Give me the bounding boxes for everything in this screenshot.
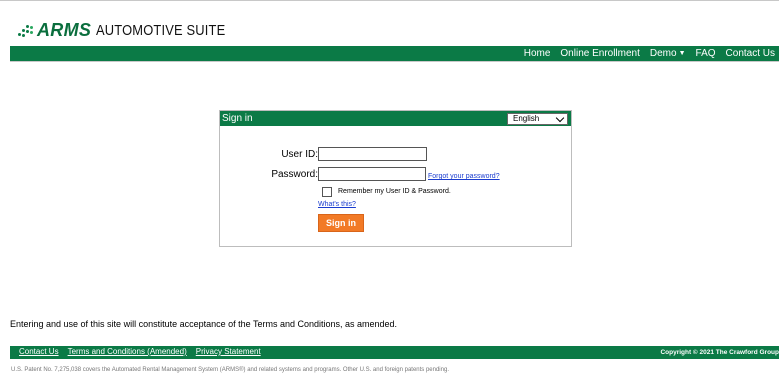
nav-demo-label: Demo <box>649 48 677 59</box>
logo-suite-text: AUTOMOTIVE SUITE <box>96 21 226 39</box>
user-id-input[interactable] <box>318 147 427 161</box>
password-label: Password: <box>271 169 318 180</box>
logo-dots-icon <box>18 21 36 39</box>
footer-privacy-link[interactable]: Privacy Statement <box>196 347 261 356</box>
sign-in-button[interactable]: Sign in <box>318 214 364 232</box>
logo-brand-text: ARMS <box>37 19 92 40</box>
sign-in-panel: Sign in English User ID: Password: Forgo… <box>219 110 572 247</box>
language-select-value: English <box>513 114 540 123</box>
nav-online-enrollment[interactable]: Online Enrollment <box>560 48 639 59</box>
sign-in-header: Sign in English <box>220 111 571 126</box>
patent-notice: U.S. Patent No. 7,275,038 covers the Aut… <box>11 367 449 373</box>
forgot-password-link[interactable]: Forgot your password? <box>428 173 500 180</box>
footer-terms-link[interactable]: Terms and Conditions (Amended) <box>68 347 187 356</box>
top-nav-bar: Home Online Enrollment Demo ▼ FAQ Contact… <box>10 46 779 62</box>
nav-faq[interactable]: FAQ <box>696 48 716 59</box>
arms-logo[interactable]: ARMS AUTOMOTIVE SUITE <box>18 19 247 41</box>
remember-me-label: Remember my User ID & Password. <box>338 188 451 195</box>
footer-bar: Contact Us Terms and Conditions (Amended… <box>10 346 779 359</box>
terms-acceptance-note: Entering and use of this site will const… <box>10 319 398 329</box>
whats-this-link[interactable]: What's this? <box>318 201 356 208</box>
nav-contact-us[interactable]: Contact Us <box>726 48 775 59</box>
footer-contact-us-link[interactable]: Contact Us <box>19 347 59 356</box>
copyright-text: Copyright © 2021 The Crawford Group <box>660 349 779 356</box>
language-select[interactable]: English <box>507 113 568 125</box>
password-input[interactable] <box>318 167 426 181</box>
user-id-label: User ID: <box>281 149 318 160</box>
remember-me-checkbox[interactable] <box>322 187 332 197</box>
top-border <box>0 0 779 1</box>
caret-down-icon: ▼ <box>678 50 686 57</box>
nav-home[interactable]: Home <box>524 48 551 59</box>
chevron-down-icon <box>555 113 565 123</box>
sign-in-title: Sign in <box>222 113 253 124</box>
nav-demo[interactable]: Demo ▼ <box>650 48 686 59</box>
